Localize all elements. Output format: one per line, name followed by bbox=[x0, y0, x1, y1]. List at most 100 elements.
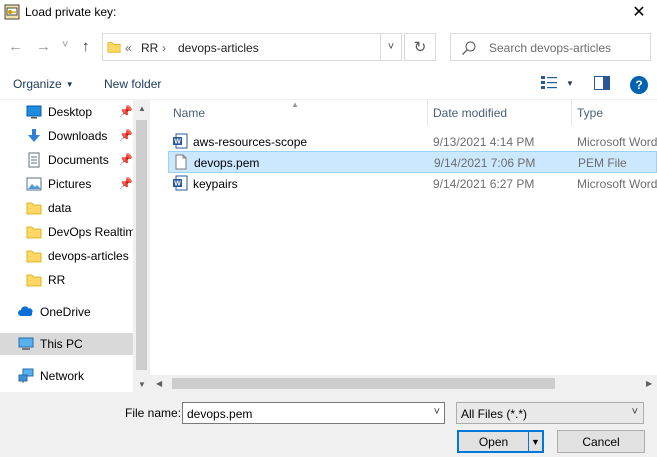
word-doc-icon: W bbox=[173, 133, 188, 149]
sidebar-item-label: Network bbox=[40, 369, 85, 383]
file-type-select[interactable]: All Files (*.*) ˅ bbox=[456, 402, 644, 424]
sidebar-item-this-pc[interactable]: This PC bbox=[0, 333, 133, 355]
sidebar-item-desktop[interactable]: Desktop 📌 bbox=[0, 101, 133, 123]
sidebar-item-label: This PC bbox=[40, 337, 83, 351]
file-row-selected[interactable]: devops.pem 9/14/2021 7:06 PM PEM File bbox=[168, 151, 657, 173]
organize-button[interactable]: Organize ▼ bbox=[13, 77, 74, 91]
sidebar-item-label: DevOps Realtime bbox=[48, 225, 134, 239]
horizontal-scrollbar[interactable]: ◀ ▶ bbox=[150, 375, 657, 392]
file-list: ▲ Name Date modified Type W aws-resource… bbox=[150, 100, 657, 392]
refresh-icon: ↻ bbox=[413, 39, 427, 56]
file-row[interactable]: W aws-resources-scope 9/13/2021 4:14 PM … bbox=[168, 131, 657, 153]
sidebar-item-onedrive[interactable]: OneDrive bbox=[0, 301, 133, 323]
network-icon bbox=[18, 368, 34, 383]
navigation-bar: ← → ˅ ↑ « RR › devops-articles ˅ ↻ Searc… bbox=[0, 30, 657, 64]
file-name: keypairs bbox=[193, 177, 238, 191]
computer-icon bbox=[18, 337, 34, 350]
sidebar-item-pictures[interactable]: Pictures 📌 bbox=[0, 173, 133, 195]
search-placeholder: Search devops-articles bbox=[489, 41, 612, 55]
svg-text:W: W bbox=[174, 139, 181, 146]
address-bar[interactable]: « RR › devops-articles bbox=[102, 33, 402, 61]
path-overflow[interactable]: « bbox=[125, 41, 132, 55]
organize-label: Organize bbox=[13, 77, 62, 91]
file-date: 9/14/2021 7:06 PM bbox=[434, 156, 536, 170]
downloads-icon bbox=[28, 129, 40, 142]
file-name: aws-resources-scope bbox=[193, 135, 308, 149]
sidebar-item-network[interactable]: Network bbox=[0, 365, 133, 387]
view-caret-down-icon[interactable]: ▼ bbox=[566, 79, 574, 88]
filename-label: File name: bbox=[125, 406, 182, 420]
chevron-down-icon[interactable]: ˅ bbox=[632, 406, 638, 418]
open-dropdown-button[interactable]: ▼ bbox=[528, 432, 542, 451]
horizontal-scrollbar-thumb[interactable] bbox=[172, 378, 555, 389]
address-history-dropdown[interactable]: ˅ bbox=[380, 33, 402, 61]
file-date: 9/13/2021 4:14 PM bbox=[433, 135, 535, 149]
open-label: Open bbox=[478, 434, 509, 449]
column-divider[interactable] bbox=[427, 100, 428, 126]
close-icon: ✕ bbox=[632, 4, 646, 21]
folder-icon bbox=[26, 226, 42, 239]
scroll-right-arrow-icon[interactable]: ▶ bbox=[646, 379, 652, 388]
column-header-type[interactable]: Type bbox=[577, 106, 603, 120]
file-type: Microsoft Word D bbox=[577, 135, 657, 149]
sidebar-item-rr[interactable]: RR bbox=[0, 269, 133, 291]
file-name: devops.pem bbox=[194, 156, 260, 170]
pin-icon: 📌 bbox=[119, 130, 133, 142]
column-header-date[interactable]: Date modified bbox=[433, 106, 507, 120]
file-type: PEM File bbox=[578, 156, 627, 170]
cancel-button[interactable]: Cancel bbox=[557, 430, 645, 453]
navigation-pane: Desktop 📌 Downloads 📌 Documents 📌 Pictur… bbox=[0, 100, 150, 392]
folder-icon bbox=[26, 202, 42, 215]
file-date: 9/14/2021 6:27 PM bbox=[433, 177, 535, 191]
file-type-value: All Files (*.*) bbox=[461, 407, 528, 421]
sort-up-icon: ▲ bbox=[291, 100, 299, 109]
chevron-down-icon[interactable]: ˅ bbox=[434, 406, 440, 418]
filename-input[interactable]: devops.pem ˅ bbox=[182, 402, 445, 424]
documents-icon bbox=[28, 152, 40, 168]
column-header-name[interactable]: Name bbox=[173, 106, 205, 120]
window-title: Load private key: bbox=[25, 5, 117, 19]
sidebar-scrollbar-thumb[interactable] bbox=[136, 120, 147, 370]
folder-icon bbox=[26, 250, 42, 263]
search-box[interactable]: Search devops-articles bbox=[450, 33, 651, 61]
open-button[interactable]: Open ▼ bbox=[457, 430, 544, 453]
svg-text:W: W bbox=[174, 181, 181, 188]
sidebar-item-data[interactable]: data bbox=[0, 197, 133, 219]
scroll-left-arrow-icon[interactable]: ◀ bbox=[156, 379, 162, 388]
filename-value: devops.pem bbox=[187, 407, 253, 421]
desktop-icon bbox=[26, 105, 42, 119]
view-options-icon[interactable] bbox=[541, 76, 557, 90]
file-type: Microsoft Word D bbox=[577, 177, 657, 191]
breadcrumb-devops-articles[interactable]: devops-articles bbox=[178, 41, 259, 55]
sidebar-item-label: data bbox=[48, 201, 72, 215]
file-row[interactable]: W keypairs 9/14/2021 6:27 PM Microsoft W… bbox=[168, 173, 657, 195]
file-icon bbox=[175, 154, 187, 170]
title-bar: Load private key: ✕ bbox=[0, 0, 657, 26]
forward-button[interactable]: → bbox=[36, 39, 51, 54]
preview-pane-icon[interactable] bbox=[594, 76, 610, 90]
sidebar-item-downloads[interactable]: Downloads 📌 bbox=[0, 125, 133, 147]
pictures-icon bbox=[26, 177, 42, 191]
column-divider[interactable] bbox=[571, 100, 572, 126]
dialog-footer: File name: devops.pem ˅ All Files (*.*) … bbox=[0, 392, 657, 457]
recent-locations-button[interactable]: ˅ bbox=[62, 38, 68, 53]
help-button[interactable]: ? bbox=[630, 76, 648, 94]
back-button[interactable]: ← bbox=[8, 39, 23, 54]
pin-icon: 📌 bbox=[119, 106, 133, 118]
key-app-icon bbox=[4, 4, 20, 20]
sidebar-item-documents[interactable]: Documents 📌 bbox=[0, 149, 133, 171]
word-doc-icon: W bbox=[173, 175, 188, 191]
sidebar-item-label: RR bbox=[48, 273, 66, 287]
scroll-up-arrow-icon[interactable]: ▲ bbox=[138, 104, 146, 113]
caret-down-icon: ▼ bbox=[65, 80, 74, 89]
sidebar-item-devops-realtime[interactable]: DevOps Realtime bbox=[0, 221, 134, 243]
sidebar-item-label: OneDrive bbox=[40, 305, 91, 319]
breadcrumb-rr[interactable]: RR bbox=[141, 41, 158, 55]
up-button[interactable]: ↑ bbox=[82, 39, 90, 54]
new-folder-button[interactable]: New folder bbox=[104, 77, 161, 91]
close-button[interactable]: ✕ bbox=[621, 0, 657, 24]
folder-icon bbox=[107, 42, 121, 53]
sidebar-item-devops-articles[interactable]: devops-articles bbox=[0, 245, 133, 267]
scroll-down-arrow-icon[interactable]: ▼ bbox=[138, 380, 146, 389]
refresh-button[interactable]: ↻ bbox=[404, 33, 436, 61]
